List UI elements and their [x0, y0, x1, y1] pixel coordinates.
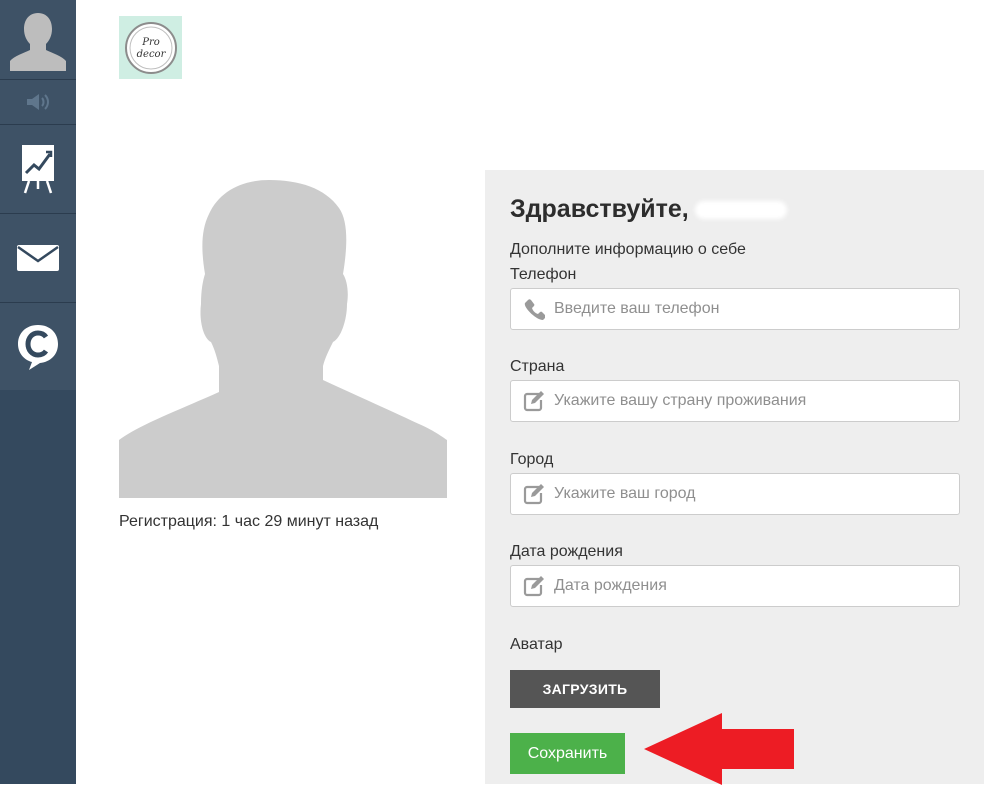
pro-decor-logo-icon: Pro decor — [124, 21, 177, 74]
city-input[interactable] — [554, 475, 954, 513]
sidebar-item-profile[interactable] — [0, 0, 76, 80]
country-label: Страна — [510, 358, 565, 375]
country-field[interactable] — [510, 380, 960, 422]
sidebar-item-sound[interactable] — [0, 80, 76, 125]
phone-field[interactable] — [510, 288, 960, 330]
svg-text:decor: decor — [136, 49, 166, 60]
birthdate-field[interactable] — [510, 565, 960, 607]
upload-avatar-button[interactable]: ЗАГРУЗИТЬ — [510, 670, 660, 708]
profile-avatar-placeholder — [119, 170, 447, 498]
mail-icon — [17, 245, 59, 271]
edit-icon — [523, 390, 545, 412]
save-button[interactable]: Сохранить — [510, 733, 625, 774]
chat-c-icon — [18, 324, 58, 370]
greeting-text: Здравствуйте, — [510, 195, 689, 223]
speaker-icon — [27, 94, 49, 110]
svg-text:Pro: Pro — [141, 37, 160, 48]
edit-icon — [523, 483, 545, 505]
phone-input[interactable] — [554, 290, 954, 328]
birthdate-label: Дата рождения — [510, 543, 623, 560]
redacted-username — [694, 201, 787, 219]
sidebar-item-stats[interactable] — [0, 125, 76, 214]
country-input[interactable] — [554, 382, 954, 420]
city-field[interactable] — [510, 473, 960, 515]
form-subtitle: Дополните информацию о себе — [510, 241, 746, 258]
sidebar-item-chat[interactable] — [0, 303, 76, 390]
sidebar — [0, 0, 76, 784]
avatar-label: Аватар — [510, 636, 563, 653]
sidebar-item-mail[interactable] — [0, 214, 76, 303]
chart-easel-icon — [22, 145, 54, 194]
city-label: Город — [510, 451, 554, 468]
edit-icon — [523, 575, 545, 597]
site-logo[interactable]: Pro decor — [119, 16, 182, 79]
user-icon — [10, 12, 66, 71]
default-user-silhouette-icon — [119, 180, 447, 498]
red-arrow-annotation — [644, 713, 794, 785]
phone-icon — [523, 298, 545, 320]
registration-info: Регистрация: 1 час 29 минут назад — [119, 513, 379, 530]
greeting-heading: Здравствуйте, — [510, 195, 787, 224]
profile-form-panel: Здравствуйте, Дополните информацию о себ… — [485, 170, 984, 784]
phone-label: Телефон — [510, 266, 577, 283]
birthdate-input[interactable] — [554, 567, 954, 605]
